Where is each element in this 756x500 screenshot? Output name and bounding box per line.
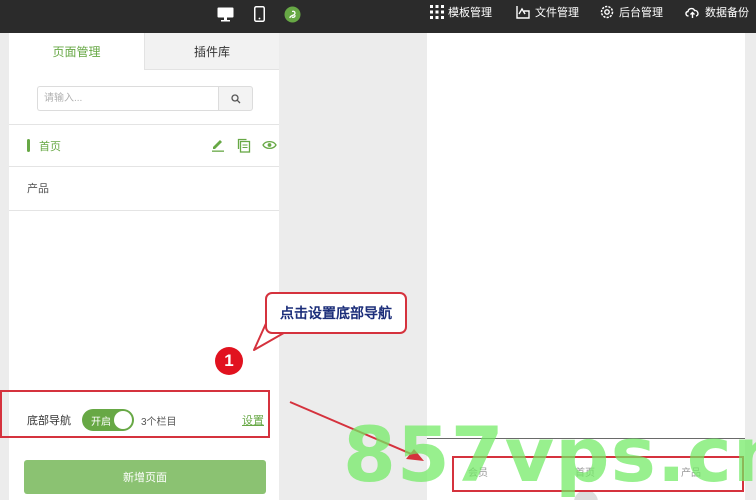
page-search: [37, 86, 253, 111]
file-icon: [516, 5, 530, 19]
page-item-label: 首页: [39, 141, 61, 153]
add-page-button[interactable]: 新增页面: [24, 460, 266, 494]
tab-plugin-library[interactable]: 插件库: [144, 33, 279, 70]
cloud-upload-icon: [685, 7, 699, 18]
grid-icon: [430, 5, 444, 19]
edit-icon: [212, 140, 224, 152]
file-manage-label: 文件管理: [535, 7, 579, 19]
mobile-view-button[interactable]: [249, 4, 269, 24]
divider: [9, 210, 279, 211]
preview-page-button[interactable]: [260, 136, 278, 154]
copy-icon: [237, 138, 251, 153]
template-manage-label: 模板管理: [448, 7, 492, 19]
file-manage-button[interactable]: 文件管理: [515, 4, 579, 20]
search-input[interactable]: [37, 86, 218, 111]
desktop-icon: [217, 7, 233, 21]
template-manage-button[interactable]: 模板管理: [430, 4, 492, 20]
backend-manage-label: 后台管理: [619, 7, 663, 19]
mobile-icon: [253, 6, 265, 22]
data-backup-button[interactable]: 数据备份: [684, 4, 749, 20]
mini-program-view-button[interactable]: [282, 4, 302, 24]
bottom-nav-divider: [427, 438, 745, 439]
page-item-label: 产品: [27, 183, 49, 195]
backend-manage-button[interactable]: 后台管理: [599, 4, 663, 20]
desktop-view-button[interactable]: [215, 4, 235, 24]
edit-page-button[interactable]: [209, 136, 227, 154]
search-button[interactable]: [218, 86, 253, 111]
annotation-highlight-bottom-nav: [0, 390, 270, 438]
annotation-callout: 点击设置底部导航: [265, 292, 407, 334]
data-backup-label: 数据备份: [705, 7, 749, 19]
page-item-home[interactable]: 首页: [9, 125, 279, 167]
top-toolbar: 模板管理 文件管理 后台管理 数据备份: [0, 0, 756, 33]
annotation-arrow-head: [406, 449, 424, 461]
annotation-highlight-preview-nav: [452, 456, 744, 492]
tab-page-manage[interactable]: 页面管理: [9, 33, 144, 70]
mobile-preview: 会员 首页 产品: [427, 33, 745, 500]
eye-icon: [261, 140, 277, 150]
step-number-badge: 1: [215, 347, 243, 375]
active-indicator: [27, 139, 30, 152]
page-item-product[interactable]: 产品: [9, 167, 279, 209]
mini-program-icon: [284, 6, 300, 22]
search-icon: [230, 93, 240, 103]
gear-icon: [600, 5, 614, 19]
copy-page-button[interactable]: [235, 136, 253, 154]
annotation-arrow-line: [289, 401, 417, 457]
panel-tabs: 页面管理 插件库: [9, 33, 279, 70]
